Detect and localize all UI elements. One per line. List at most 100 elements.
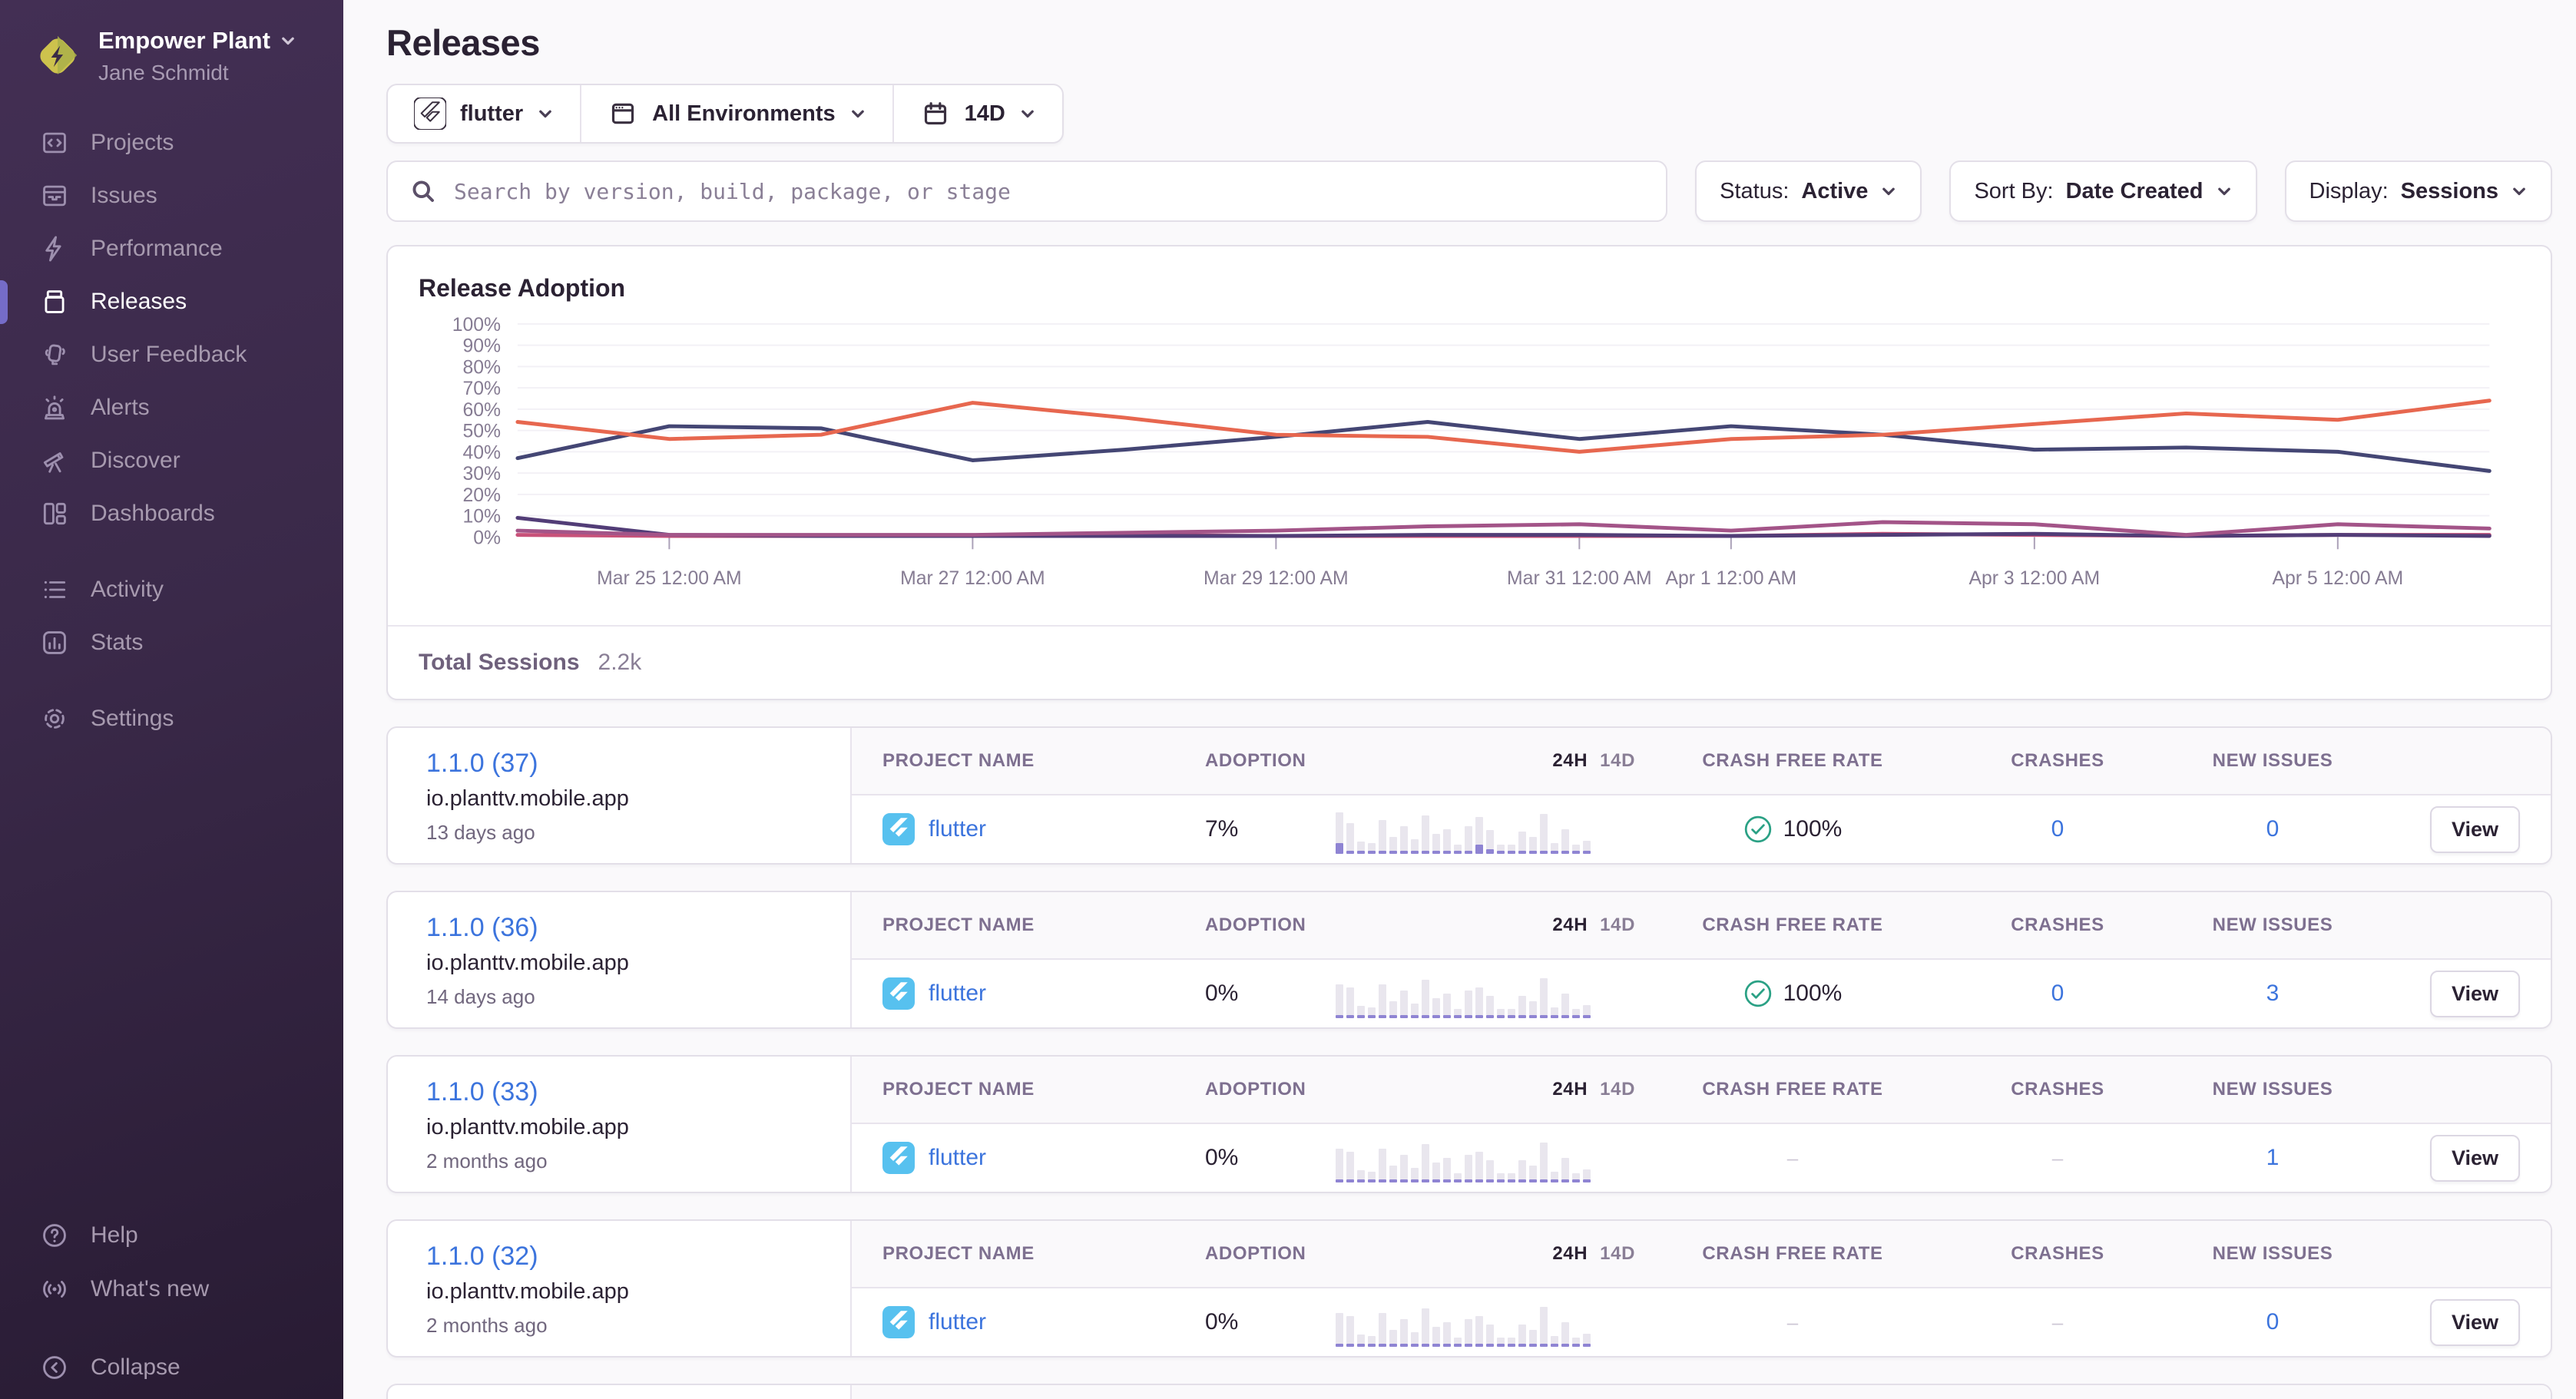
- release-card: 1.1.0 (32) io.planttv.mobile.app 2 month…: [386, 1219, 2552, 1358]
- view-button[interactable]: View: [2430, 1299, 2520, 1346]
- project-link[interactable]: flutter: [929, 981, 986, 1007]
- project-link[interactable]: flutter: [929, 1309, 986, 1335]
- search-input[interactable]: [454, 179, 1644, 204]
- svg-text:90%: 90%: [463, 336, 502, 357]
- sparkline-bar: [1368, 1336, 1376, 1347]
- sidebar-item-activity[interactable]: Activity: [0, 564, 343, 617]
- sparkline-bar: [1518, 996, 1526, 1018]
- sparkline-bar: [1379, 1313, 1386, 1347]
- view-button[interactable]: View: [2430, 971, 2520, 1017]
- project-filter[interactable]: flutter: [388, 85, 580, 142]
- sparkline-bar: [1422, 980, 1429, 1018]
- svg-text:Apr 3 12:00 AM: Apr 3 12:00 AM: [1968, 568, 2100, 589]
- release-table-header: PROJECT NAME ADOPTION 24H 14D CRASH FREE…: [852, 892, 2551, 960]
- new-issues-link[interactable]: 0: [2266, 816, 2280, 842]
- range-toggle-24h[interactable]: 24H: [1552, 1079, 1588, 1100]
- release-adoption-chart[interactable]: 0%10%20%30%40%50%60%70%80%90%100%Mar 25 …: [419, 310, 2520, 623]
- collapse-icon: [40, 1353, 69, 1382]
- sidebar-item-label: Activity: [91, 577, 164, 603]
- sparkline-bar: [1389, 1330, 1397, 1347]
- range-toggle-14d[interactable]: 14D: [1600, 914, 1635, 936]
- sidebar-item-whats-new[interactable]: What's new: [0, 1262, 343, 1316]
- svg-text:Mar 27 12:00 AM: Mar 27 12:00 AM: [900, 568, 1045, 589]
- chart-footer: Total Sessions 2.2k: [388, 625, 2551, 699]
- sort-by-dropdown-value: Date Created: [2066, 179, 2204, 204]
- sparkline-bar: [1346, 987, 1354, 1018]
- calendar-icon: [920, 98, 951, 129]
- sessions-sparkline[interactable]: [1336, 1298, 1592, 1347]
- crashes-link[interactable]: 0: [2051, 816, 2064, 842]
- releases-icon: [40, 287, 69, 316]
- release-version-link[interactable]: 1.1.0 (33): [426, 1077, 538, 1107]
- sidebar-item-help[interactable]: Help: [0, 1209, 343, 1262]
- sort-by-dropdown[interactable]: Sort By: Date Created: [1949, 160, 2256, 222]
- crashes-link[interactable]: 0: [2051, 981, 2064, 1007]
- page-filter-bar: flutter All Environments 14D: [386, 84, 1064, 144]
- sidebar-item-discover[interactable]: Discover: [0, 435, 343, 488]
- sparkline-bar: [1583, 1334, 1591, 1347]
- sidebar-item-releases[interactable]: Releases: [0, 276, 343, 329]
- display-dropdown[interactable]: Display: Sessions: [2285, 160, 2553, 222]
- adoption-value: 7%: [1205, 816, 1336, 842]
- sparkline-bar: [1454, 1009, 1462, 1018]
- sidebar-collapse-button[interactable]: Collapse: [0, 1341, 343, 1394]
- range-toggle-24h[interactable]: 24H: [1552, 1243, 1588, 1265]
- sparkline-bar: [1583, 841, 1591, 854]
- range-toggle-24h[interactable]: 24H: [1552, 914, 1588, 936]
- sidebar-item-performance[interactable]: Performance: [0, 223, 343, 276]
- sidebar-item-projects[interactable]: Projects: [0, 117, 343, 170]
- release-version-link[interactable]: 1.1.0 (37): [426, 749, 538, 779]
- new-issues-link[interactable]: 3: [2266, 981, 2280, 1007]
- release-card: 1.1.0 (37) io.planttv.mobile.app 13 days…: [386, 726, 2552, 865]
- sparkline-bar: [1529, 1166, 1537, 1182]
- org-switcher[interactable]: Empower Plant Jane Schmidt: [0, 0, 343, 86]
- sparkline-bar: [1346, 1152, 1354, 1182]
- projects-icon: [40, 128, 69, 157]
- project-link[interactable]: flutter: [929, 816, 986, 842]
- sparkline-bar: [1389, 837, 1397, 854]
- telescope-icon: [40, 446, 69, 475]
- header-adoption: ADOPTION: [1205, 914, 1336, 936]
- svg-text:80%: 80%: [463, 357, 502, 378]
- new-issues-link[interactable]: 1: [2266, 1145, 2280, 1171]
- sidebar-item-alerts[interactable]: Alerts: [0, 382, 343, 435]
- svg-text:40%: 40%: [463, 442, 502, 463]
- range-toggle-14d[interactable]: 14D: [1600, 1079, 1635, 1100]
- view-button[interactable]: View: [2430, 806, 2520, 853]
- sidebar-item-dashboards[interactable]: Dashboards: [0, 488, 343, 541]
- sidebar-item-settings[interactable]: Settings: [0, 693, 343, 746]
- sparkline-bar: [1497, 1338, 1505, 1347]
- release-table-header: PROJECT NAME ADOPTION 24H 14D CRASH FREE…: [852, 1221, 2551, 1288]
- sidebar-item-user-feedback[interactable]: User Feedback: [0, 329, 343, 382]
- crashes-link[interactable]: –: [2052, 1146, 2063, 1170]
- sessions-sparkline[interactable]: [1336, 1133, 1592, 1182]
- status-dropdown[interactable]: Status: Active: [1695, 160, 1922, 222]
- user-feedback-icon: [40, 340, 69, 369]
- new-issues-link[interactable]: 0: [2266, 1309, 2280, 1335]
- environment-filter[interactable]: All Environments: [580, 85, 892, 142]
- range-toggle-14d[interactable]: 14D: [1600, 750, 1635, 772]
- sidebar-item-label: Dashboards: [91, 501, 215, 527]
- release-version-link[interactable]: 1.1.0 (32): [426, 1242, 538, 1272]
- sidebar-item-stats[interactable]: Stats: [0, 617, 343, 670]
- sparkline-bar: [1432, 1163, 1440, 1182]
- sparkline-bar: [1368, 1172, 1376, 1182]
- sparkline-bar: [1465, 991, 1472, 1018]
- sparkline-bar: [1572, 1173, 1580, 1182]
- svg-text:Mar 29 12:00 AM: Mar 29 12:00 AM: [1204, 568, 1349, 589]
- header-crash-free-rate: CRASH FREE RATE: [1635, 1243, 1950, 1265]
- date-range-filter[interactable]: 14D: [892, 85, 1062, 142]
- project-link[interactable]: flutter: [929, 1145, 986, 1171]
- range-toggle-24h[interactable]: 24H: [1552, 750, 1588, 772]
- sessions-sparkline[interactable]: [1336, 969, 1592, 1018]
- sparkline-bar: [1346, 1316, 1354, 1347]
- sessions-sparkline[interactable]: [1336, 805, 1592, 854]
- range-toggle-14d[interactable]: 14D: [1600, 1243, 1635, 1265]
- sidebar-item-issues[interactable]: Issues: [0, 170, 343, 223]
- crashes-link[interactable]: –: [2052, 1311, 2063, 1335]
- sidebar-item-label: Alerts: [91, 395, 150, 421]
- release-version-link[interactable]: 1.1.0 (36): [426, 913, 538, 943]
- flutter-project-icon: [882, 813, 915, 845]
- view-button[interactable]: View: [2430, 1135, 2520, 1182]
- environment-filter-value: All Environments: [652, 101, 836, 127]
